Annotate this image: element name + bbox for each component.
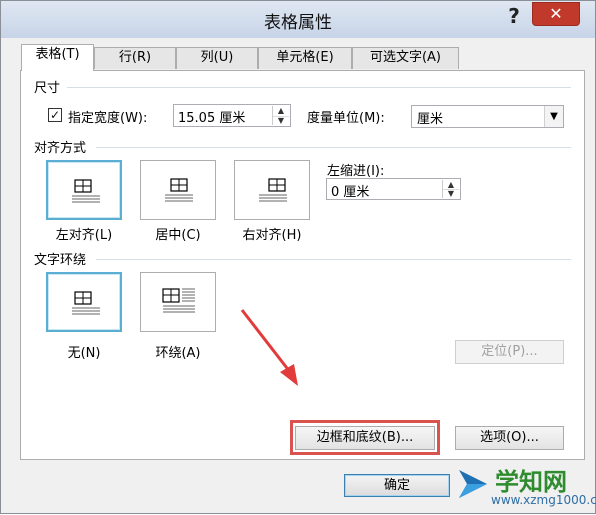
unit-select[interactable]: 厘米 ▼ [411, 105, 564, 128]
options-button[interactable]: 选项(O)... [455, 426, 564, 450]
width-spinner[interactable]: 15.05 厘米 ▲ ▼ [173, 104, 291, 127]
annotation-highlight-box [290, 420, 440, 455]
unit-label: 度量单位(M): [307, 111, 385, 126]
watermark-logo-icon [459, 470, 487, 498]
watermark: 学知网 www.xzmg1000.com [453, 456, 596, 515]
width-value: 15.05 厘米 [178, 111, 246, 126]
wrap-around-icon [162, 288, 195, 313]
wrapping-section-label: 文字环绕 [34, 253, 87, 268]
spin-down-icon[interactable]: ▼ [443, 189, 459, 198]
watermark-name: 学知网 [495, 468, 567, 496]
align-right-icon [259, 178, 287, 202]
align-left-option[interactable] [46, 160, 122, 220]
align-right-label: 右对齐(H) [242, 228, 302, 243]
tab-alt-text[interactable]: 可选文字(A) [352, 47, 459, 69]
specify-width-checkbox[interactable]: ✓ [48, 108, 62, 122]
align-right-option[interactable] [234, 160, 310, 220]
tab-row[interactable]: 行(R) [94, 47, 176, 69]
section-divider [96, 259, 571, 260]
tab-panel [20, 70, 585, 460]
section-divider [67, 87, 571, 88]
wrap-none-option[interactable] [46, 272, 122, 332]
unit-value: 厘米 [417, 112, 444, 127]
watermark-url: www.xzmg1000.com [491, 493, 596, 507]
align-left-icon [72, 179, 100, 203]
indent-value: 0 厘米 [331, 185, 370, 200]
tab-cell[interactable]: 单元格(E) [258, 47, 352, 69]
align-center-icon [165, 178, 193, 202]
width-label: 指定宽度(W): [68, 111, 148, 126]
tab-column[interactable]: 列(U) [176, 47, 258, 69]
tab-table[interactable]: 表格(T) [21, 44, 94, 71]
ok-button[interactable]: 确定 [344, 474, 450, 497]
wrap-around-option[interactable] [140, 272, 216, 332]
size-section-label: 尺寸 [34, 81, 61, 96]
close-button[interactable]: ✕ [532, 2, 580, 26]
title-bar: 表格属性 ? ✕ [1, 1, 595, 38]
wrap-none-label: 无(N) [67, 346, 101, 361]
chevron-down-icon[interactable]: ▼ [544, 106, 563, 127]
section-divider [96, 147, 571, 148]
wrap-none-icon [72, 291, 100, 315]
align-center-option[interactable] [140, 160, 216, 220]
indent-spinner[interactable]: 0 厘米 ▲ ▼ [326, 178, 461, 200]
annotation-arrow-icon [240, 309, 298, 386]
help-button[interactable]: ? [499, 3, 529, 29]
alignment-section-label: 对齐方式 [34, 141, 87, 156]
align-center-label: 居中(C) [155, 228, 201, 243]
indent-label: 左缩进(I): [327, 164, 385, 179]
spin-down-icon[interactable]: ▼ [273, 116, 289, 126]
align-left-label: 左对齐(L) [55, 228, 113, 243]
position-button[interactable]: 定位(P)... [455, 340, 564, 364]
table-properties-dialog: 表格属性 ? ✕ 表格(T) 行(R) 列(U) 单元格(E) 可选文字(A) … [0, 0, 596, 514]
wrap-around-label: 环绕(A) [155, 346, 201, 361]
